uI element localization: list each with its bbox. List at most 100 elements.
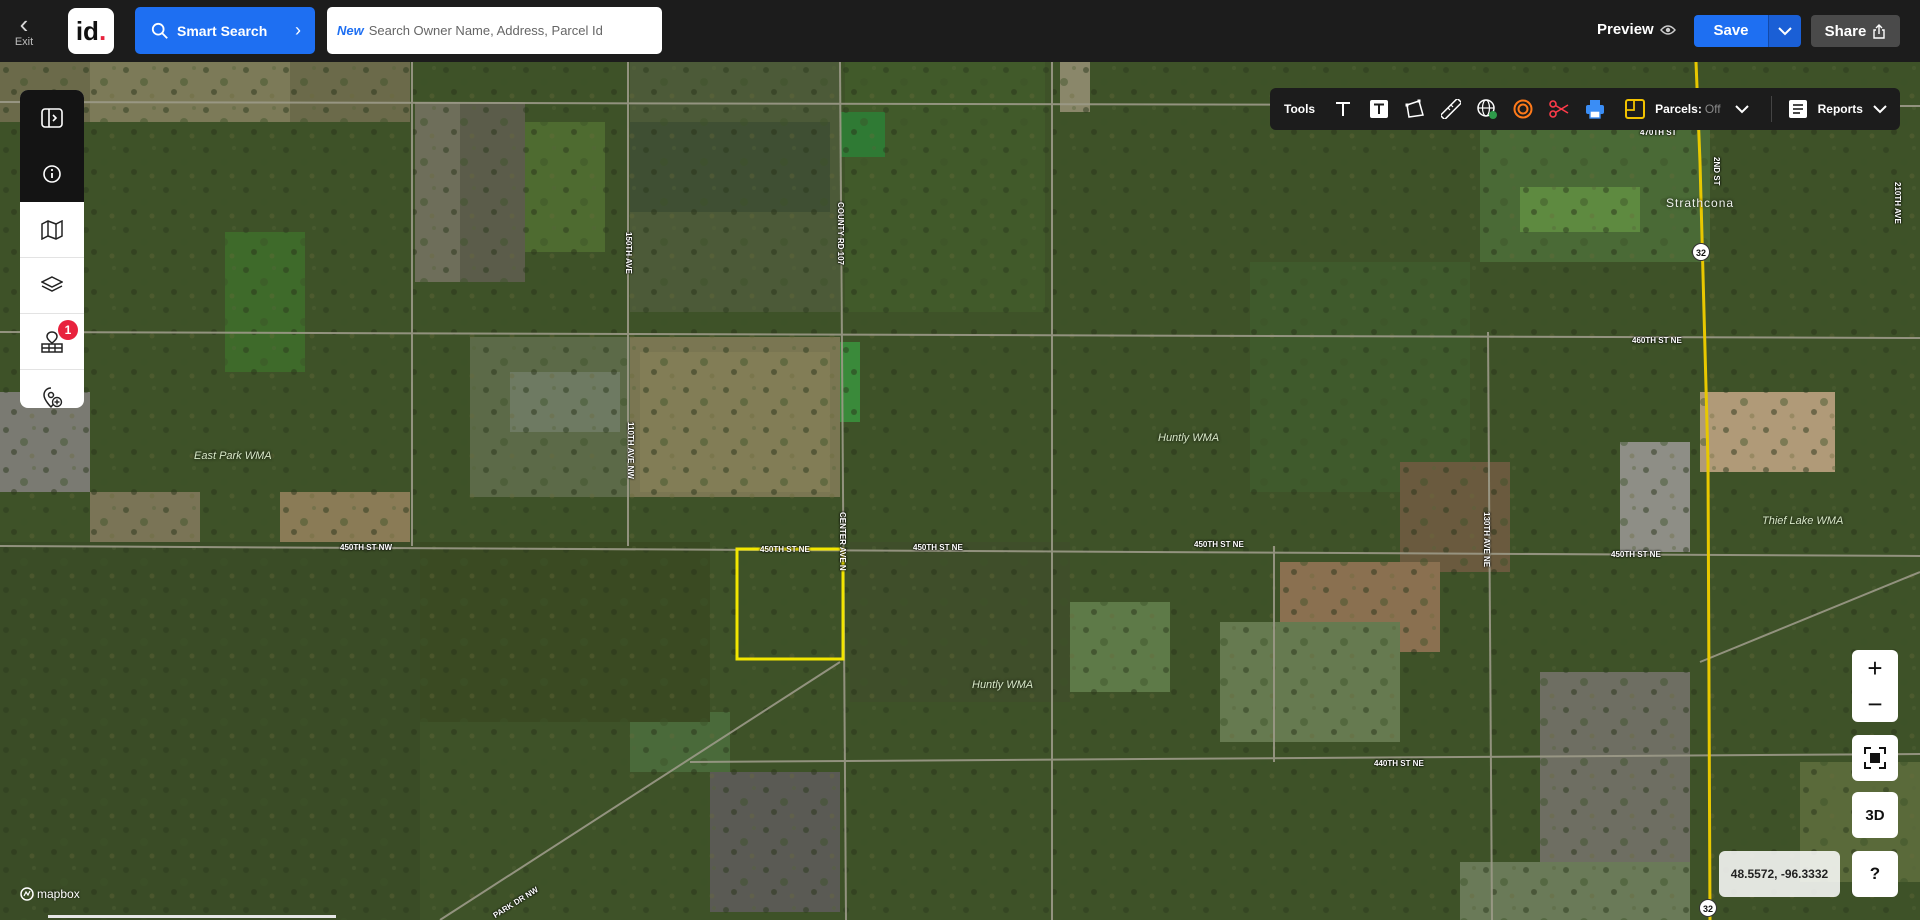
text-box-tool-button[interactable] [1361,88,1397,130]
help-button[interactable]: ? [1852,851,1898,897]
buffer-icon [1513,99,1533,119]
polygon-tool-button[interactable] [1397,88,1433,130]
search-icon [151,22,168,39]
road-label-130th-ave-ne: 130TH AVE NE [1482,512,1491,568]
area-label-east-park-wma: East Park WMA [194,450,272,462]
panel-toggle-icon [41,108,63,128]
road-label-210th-ave: 210TH AVE [1893,182,1902,224]
app: ‹ Exit id. Smart Search › New Preview Sa… [0,0,1920,920]
polygon-icon [1405,99,1425,118]
chevron-right-icon: › [295,20,301,40]
road-label-440th-st-ne: 440TH ST NE [1374,759,1424,768]
map-icon [41,219,63,240]
parcels-value: Off [1704,102,1721,116]
zoom-in-button[interactable]: + [1852,650,1898,686]
sidebar-item-layers[interactable] [20,258,84,314]
top-bar: ‹ Exit id. Smart Search › New Preview Sa… [0,0,1920,62]
cut-tool-button[interactable] [1541,88,1577,130]
road-label-110th-ave-nw: 110TH AVE NW [626,422,635,479]
info-icon [43,165,61,183]
parcel-boundary-icon [1625,99,1646,119]
road-label-450th-st-nw: 450TH ST NW [340,543,393,552]
logo-text: id [75,16,99,46]
print-icon [1586,100,1605,119]
measure-tool-button[interactable] [1433,88,1469,130]
layers-icon [41,275,63,292]
mapbox-logo-icon [20,887,34,901]
share-label: Share [1824,22,1867,40]
chevron-down-icon [1734,104,1749,113]
reports-label: Reports [1817,102,1863,116]
highway-shield-32-south: 32 [1699,899,1717,917]
road-label-450th-sel: 450TH ST NE [760,545,810,554]
road-label-460th-st-ne: 460TH ST NE [1632,336,1682,345]
buffer-tool-button[interactable] [1505,88,1541,130]
left-sidebar: 1 [20,90,84,409]
town-label-strathcona: Strathcona [1666,196,1735,210]
3d-toggle-button[interactable]: 3D [1852,792,1898,838]
save-dropdown-button[interactable] [1768,15,1801,47]
road-label-450th-st-ne-3: 450TH ST NE [1611,550,1661,559]
save-button[interactable]: Save [1694,15,1768,47]
area-label-huntly-wma-north: Huntly WMA [1158,432,1220,444]
sidebar-item-add-location[interactable] [20,370,84,426]
logo-dot-icon: . [98,16,107,46]
parcels-toggle[interactable]: Parcels: Off [1625,99,1749,119]
focus-frame-icon [1864,747,1886,769]
sidebar-item-parcels[interactable]: 1 [20,314,84,370]
coordinates-readout: 48.5572, -96.3332 [1719,851,1840,897]
scale-bar [48,915,336,918]
road-label-county-rd-107: COUNTY RD 107 [836,202,845,265]
scissors-icon [1549,100,1569,118]
exit-label: Exit [14,36,34,48]
road-label-center-ave-n: CENTER AVE N [838,512,847,571]
text-box-icon [1370,100,1389,118]
sidebar-item-panel-toggle[interactable] [20,90,84,146]
tools-label: Tools [1284,102,1316,116]
preview-label: Preview [1597,21,1654,38]
chevron-down-icon [1778,26,1792,35]
reports-icon [1788,100,1807,118]
chevron-down-icon [1873,104,1887,113]
map-canvas[interactable]: 450TH ST NW 450TH ST NE 450TH ST NE 450T… [0,62,1920,920]
satellite-imagery [0,62,1920,920]
road-label-150th-ave: 150TH AVE [624,232,633,274]
chevron-left-icon: ‹ [19,9,29,39]
share-button[interactable]: Share [1811,15,1900,47]
zoom-out-button[interactable]: − [1852,686,1898,722]
text-icon [1336,102,1351,116]
notification-badge: 1 [58,320,78,340]
search-new-tag: New [337,23,364,38]
zoom-control: + − [1852,650,1898,722]
tools-bar: Tools Parcels: Off Reports [1270,88,1900,130]
road-label-450th-st-ne-2: 450TH ST NE [1194,540,1244,549]
mapbox-label: mapbox [37,887,80,901]
text-tool-button[interactable] [1325,88,1361,130]
road-label-2nd-st: 2ND ST [1712,157,1721,186]
toolbar-divider [1770,96,1772,122]
search-input[interactable] [368,23,649,38]
globe-tool-button[interactable] [1469,88,1505,130]
ruler-icon [1441,99,1462,119]
smart-search-button[interactable]: Smart Search › [135,7,315,54]
globe-icon [1477,99,1498,119]
highway-shield-32-north: 32 [1692,243,1710,261]
sidebar-item-map[interactable] [20,202,84,258]
add-location-icon [43,387,63,409]
eye-icon [1659,24,1676,35]
reports-dropdown[interactable]: Reports [1788,99,1887,119]
sidebar-item-info[interactable] [20,146,84,202]
preview-button[interactable]: Preview [1597,21,1676,38]
road-label-450th-st-ne-1: 450TH ST NE [913,543,963,552]
mapbox-attribution[interactable]: mapbox [20,887,80,901]
smart-search-label: Smart Search [177,22,268,39]
print-tool-button[interactable] [1577,88,1613,130]
exit-button[interactable]: ‹ Exit [8,10,40,52]
fit-extent-button[interactable] [1852,735,1898,781]
area-label-huntly-wma-south: Huntly WMA [972,679,1034,691]
share-icon [1873,23,1886,39]
logo[interactable]: id. [68,8,114,54]
area-label-thief-lake-wma: Thief Lake WMA [1762,515,1844,527]
parcels-label: Parcels: [1655,102,1702,116]
search-field[interactable]: New [327,7,662,54]
